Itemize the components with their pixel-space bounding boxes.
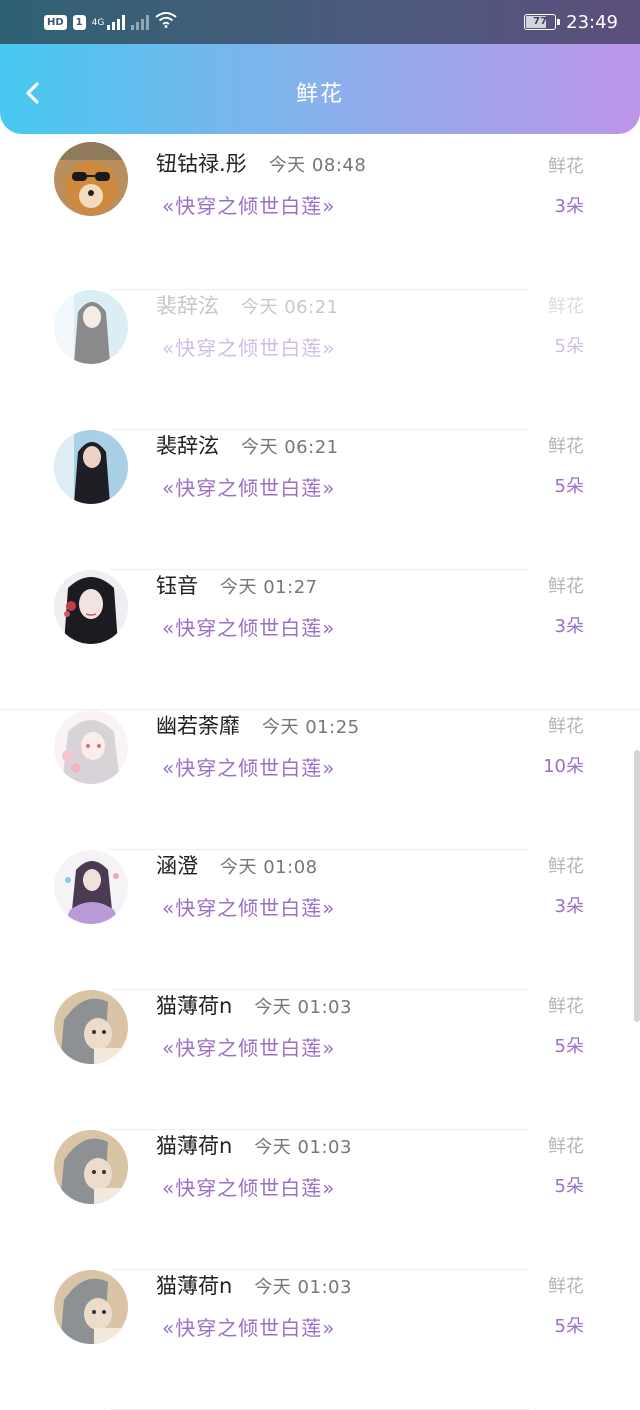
- user-name[interactable]: 猫薄荷n: [156, 990, 232, 1020]
- user-name[interactable]: 裴辞泫: [156, 430, 219, 460]
- scrollbar[interactable]: [634, 750, 640, 1022]
- gift-row[interactable]: 猫薄荷n 今天 01:03 «快穿之倾世白莲» 鲜花 5朵: [0, 990, 640, 1130]
- book-title[interactable]: «快穿之倾世白莲»: [162, 752, 335, 781]
- book-title[interactable]: «快穿之倾世白莲»: [162, 612, 335, 641]
- avatar[interactable]: [54, 430, 128, 504]
- gift-count: 3朵: [554, 616, 584, 637]
- gift-row[interactable]: 裴辞泫 今天 06:21 «快穿之倾世白莲» 鲜花 5朵: [0, 430, 640, 570]
- gift-row[interactable]: 钰音 今天 01:27 «快穿之倾世白莲» 鲜花 3朵: [0, 570, 640, 710]
- book-title[interactable]: «快穿之倾世白莲»: [162, 332, 335, 361]
- status-right: 77 23:49: [524, 12, 618, 33]
- page-title: 鲜花: [295, 82, 344, 107]
- avatar[interactable]: [54, 142, 128, 216]
- back-button[interactable]: [18, 78, 48, 108]
- gift-row[interactable]: 幽若荼靡 今天 01:25 «快穿之倾世白莲» 鲜花 10朵: [0, 710, 640, 850]
- avatar[interactable]: [54, 990, 128, 1064]
- book-title[interactable]: «快穿之倾世白莲»: [162, 190, 335, 219]
- clock: 23:49: [566, 11, 618, 33]
- user-name[interactable]: 裴辞泫: [156, 290, 219, 320]
- gift-type: 鲜花: [548, 296, 584, 317]
- gift-time: 今天 06:21: [241, 437, 339, 458]
- gift-type: 鲜花: [548, 576, 584, 597]
- gift-row[interactable]: 裴辞泫 今天 06:21 «快穿之倾世白莲» 鲜花 5朵: [0, 290, 640, 430]
- wifi-icon: [155, 12, 177, 32]
- gift-count: 5朵: [554, 1176, 584, 1197]
- sim-badge: 1: [72, 14, 86, 30]
- gift-count: 5朵: [554, 336, 584, 357]
- user-name[interactable]: 钮钴禄.彤: [156, 148, 247, 178]
- gift-time: 今天 01:25: [262, 717, 360, 738]
- gift-time: 今天 01:03: [254, 1137, 352, 1158]
- gift-time: 今天 06:21: [241, 297, 339, 318]
- gift-type: 鲜花: [548, 156, 584, 177]
- gift-count: 5朵: [554, 1316, 584, 1337]
- gift-count: 5朵: [554, 476, 584, 497]
- gift-count: 5朵: [554, 1036, 584, 1057]
- gift-type: 鲜花: [548, 436, 584, 457]
- avatar[interactable]: [54, 290, 128, 364]
- book-title[interactable]: «快穿之倾世白莲»: [162, 1172, 335, 1201]
- gift-type: 鲜花: [548, 716, 584, 737]
- hd-badge: HD: [44, 14, 67, 30]
- avatar[interactable]: [54, 710, 128, 784]
- gift-time: 今天 01:03: [254, 997, 352, 1018]
- avatar[interactable]: [54, 570, 128, 644]
- gift-type: 鲜花: [548, 996, 584, 1017]
- user-name[interactable]: 猫薄荷n: [156, 1270, 232, 1300]
- gift-count: 3朵: [554, 196, 584, 217]
- gift-time: 今天 01:03: [254, 1277, 352, 1298]
- signal-icon: [107, 14, 126, 30]
- gift-count: 10朵: [543, 756, 584, 777]
- gift-row[interactable]: 钮钴禄.彤 今天 08:48 «快穿之倾世白莲» 鲜花 3朵: [0, 142, 640, 290]
- signal-2-icon: [131, 14, 150, 30]
- status-left: HD 1 4G: [44, 12, 177, 32]
- avatar[interactable]: [54, 1130, 128, 1204]
- avatar[interactable]: [54, 850, 128, 924]
- user-name[interactable]: 猫薄荷n: [156, 1130, 232, 1160]
- user-name[interactable]: 钰音: [156, 570, 198, 600]
- book-title[interactable]: «快穿之倾世白莲»: [162, 1032, 335, 1061]
- avatar[interactable]: [54, 1270, 128, 1344]
- gift-time: 今天 01:27: [220, 577, 318, 598]
- user-name[interactable]: 涵澄: [156, 850, 198, 880]
- status-bar: HD 1 4G 77 23:49: [0, 0, 640, 44]
- chevron-left-icon: [26, 82, 39, 104]
- gift-type: 鲜花: [548, 1276, 584, 1297]
- gift-row[interactable]: 猫薄荷n 今天 01:03 «快穿之倾世白莲» 鲜花 5朵: [0, 1270, 640, 1410]
- user-name[interactable]: 幽若荼靡: [156, 710, 240, 740]
- network-type: 4G: [91, 18, 105, 28]
- book-title[interactable]: «快穿之倾世白莲»: [162, 892, 335, 921]
- gift-row[interactable]: 猫薄荷n 今天 01:03 «快穿之倾世白莲» 鲜花 5朵: [0, 1130, 640, 1270]
- battery-level: 77: [533, 16, 548, 27]
- header-bar: 鲜花: [0, 44, 640, 134]
- gift-list: 钮钴禄.彤 今天 08:48 «快穿之倾世白莲» 鲜花 3朵 裴辞泫 今天 06…: [0, 142, 640, 1410]
- gift-time: 今天 08:48: [268, 155, 367, 176]
- gift-count: 3朵: [554, 896, 584, 917]
- gift-row[interactable]: 涵澄 今天 01:08 «快穿之倾世白莲» 鲜花 3朵: [0, 850, 640, 990]
- book-title[interactable]: «快穿之倾世白莲»: [162, 472, 335, 501]
- book-title[interactable]: «快穿之倾世白莲»: [162, 1312, 335, 1341]
- battery-icon: 77: [524, 14, 561, 30]
- gift-type: 鲜花: [548, 856, 584, 877]
- gift-type: 鲜花: [548, 1136, 584, 1157]
- gift-time: 今天 01:08: [220, 857, 318, 878]
